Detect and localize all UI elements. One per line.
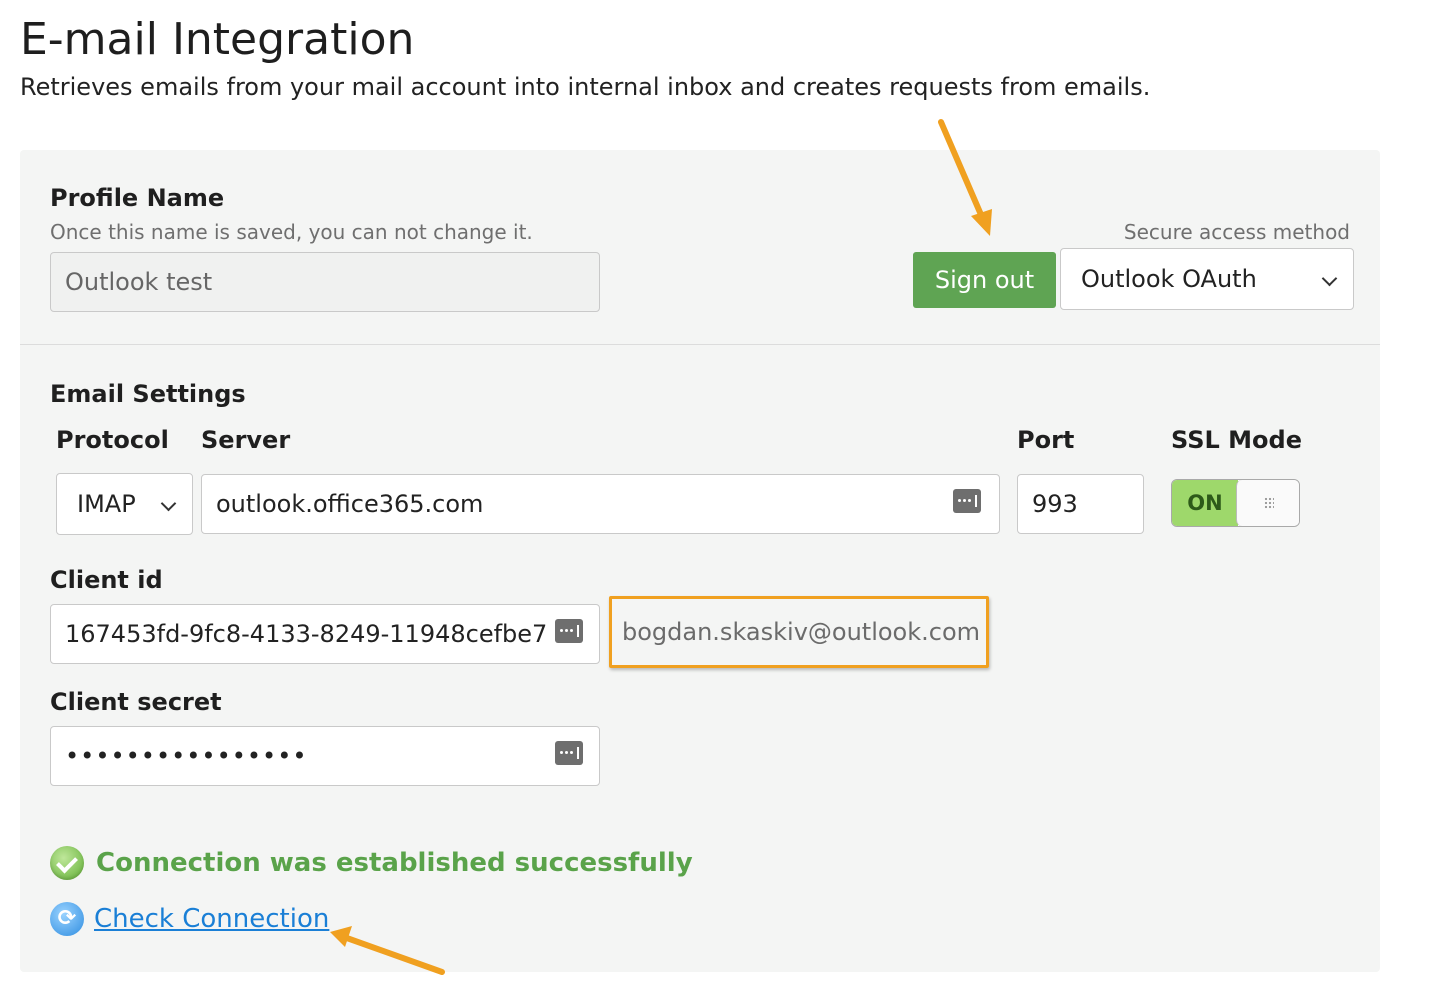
protocol-label: Protocol [56,426,169,454]
check-connection-link[interactable]: Check Connection [94,904,329,934]
profile-name-label: Profile Name [50,184,225,212]
toggle-knob [1236,480,1299,526]
profile-name-input: Outlook test [50,252,600,312]
server-label: Server [201,426,291,454]
ssl-mode-label: SSL Mode [1171,426,1302,454]
profile-name-value: Outlook test [65,268,213,296]
client-id-input[interactable]: 167453fd-9fc8-4133-8249-11948cefbe77 [50,604,600,664]
chevron-down-icon [160,495,177,512]
email-integration-panel: Profile Name Once this name is saved, yo… [20,150,1380,972]
ssl-mode-state: ON [1172,480,1238,526]
sign-out-button[interactable]: Sign out [913,252,1056,308]
page-description: Retrieves emails from your mail account … [20,73,1151,101]
check-connection[interactable]: ⟳ Check Connection [50,902,329,936]
secure-access-label: Secure access method [1123,220,1350,244]
grip-icon [1264,497,1274,509]
page-title: E-mail Integration [20,14,415,65]
secure-access-selected: Outlook OAuth [1081,265,1257,293]
refresh-icon[interactable]: ⟳ [50,902,84,936]
client-id-label: Client id [50,566,163,594]
server-value: outlook.office365.com [216,490,484,518]
client-id-value: 167453fd-9fc8-4133-8249-11948cefbe77 [65,620,549,648]
chevron-down-icon [1321,270,1338,287]
section-divider [20,344,1380,345]
password-manager-icon[interactable] [953,489,981,513]
server-input[interactable]: outlook.office365.com [201,474,1000,534]
client-secret-value: •••••••••••••••• [65,742,308,770]
protocol-selected: IMAP [77,490,136,518]
port-input[interactable]: 993 [1017,474,1144,534]
connection-status: Connection was established successfully [50,846,693,880]
password-manager-icon[interactable] [555,741,583,765]
secure-access-select[interactable]: Outlook OAuth [1060,248,1354,310]
client-secret-input[interactable]: •••••••••••••••• [50,726,600,786]
success-check-icon [50,846,84,880]
email-settings-title: Email Settings [50,380,246,408]
connection-status-text: Connection was established successfully [96,848,693,878]
client-secret-label: Client secret [50,688,222,716]
port-label: Port [1017,426,1075,454]
protocol-select[interactable]: IMAP [56,473,193,535]
account-email: bogdan.skaskiv@outlook.com [622,618,981,646]
ssl-mode-toggle[interactable]: ON [1171,479,1300,527]
port-value: 993 [1032,490,1078,518]
account-email-highlight: bogdan.skaskiv@outlook.com [609,596,989,668]
profile-name-hint: Once this name is saved, you can not cha… [50,220,533,244]
password-manager-icon[interactable] [555,619,583,643]
